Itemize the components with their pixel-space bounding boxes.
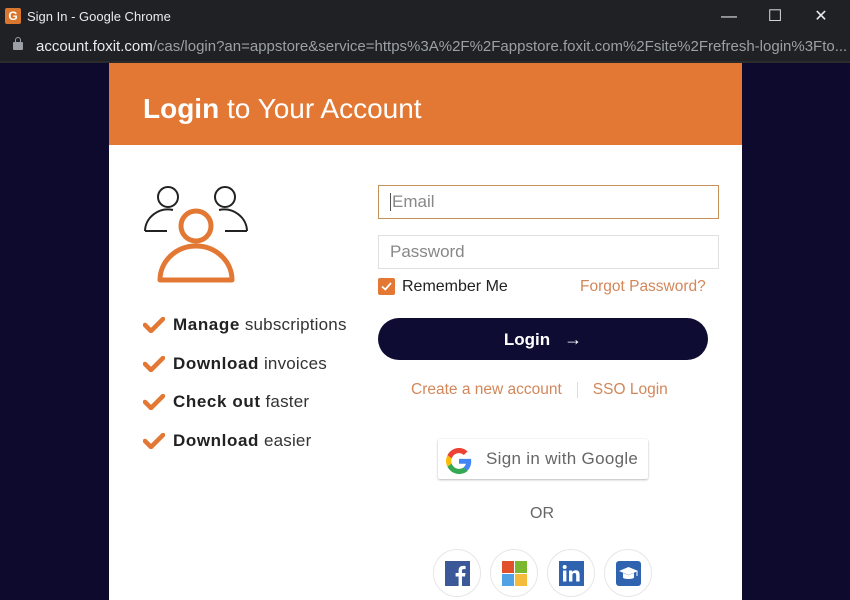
feature-bold: Download — [173, 353, 260, 373]
graduation-cap-icon — [616, 561, 641, 586]
minimize-icon: — — [721, 8, 737, 25]
password-input[interactable]: Password — [378, 235, 719, 269]
microsoft-login-button[interactable] — [490, 549, 538, 597]
window-titlebar: G Sign In - Google Chrome — ☐ ✕ — [0, 0, 850, 33]
facebook-login-button[interactable] — [433, 549, 481, 597]
arrow-right-icon: → — [564, 329, 583, 349]
login-button[interactable]: Login → — [378, 318, 708, 360]
feature-text: easier — [259, 430, 312, 450]
checkmark-icon — [143, 432, 165, 449]
link-divider — [576, 381, 578, 398]
lock-icon[interactable] — [13, 37, 23, 50]
close-icon: ✕ — [814, 8, 828, 25]
maximize-icon: ☐ — [767, 8, 783, 25]
linkedin-icon — [559, 561, 584, 586]
google-signin-button[interactable]: Sign in with Google — [438, 439, 648, 479]
close-button[interactable]: ✕ — [798, 0, 844, 33]
feature-text: faster — [260, 392, 310, 411]
checkmark-icon — [143, 317, 165, 333]
sso-login-link[interactable]: SSO Login — [593, 381, 668, 398]
account-links: Create a new account SSO Login — [411, 381, 668, 399]
url-path: /cas/login?an=appstore&service=https%3A%… — [152, 38, 848, 55]
facebook-icon — [445, 561, 470, 586]
foxit-app-icon: G — [5, 8, 21, 24]
address-bar[interactable]: account.foxit.com/cas/login?an=appstore&… — [0, 33, 850, 61]
title-bold: Login — [143, 93, 220, 124]
text-caret — [390, 192, 391, 211]
login-button-label: Login — [503, 330, 551, 349]
page-title: Login to Your Account — [143, 93, 422, 125]
email-placeholder: Email — [392, 192, 435, 211]
card-header: Login to Your Account — [109, 63, 742, 145]
users-icon — [144, 186, 248, 283]
minimize-button[interactable]: — — [706, 0, 752, 33]
password-placeholder: Password — [390, 242, 465, 261]
or-separator: OR — [530, 505, 554, 522]
title-rest: to Your Account — [219, 93, 422, 124]
forgot-password-link[interactable]: Forgot Password? — [580, 278, 706, 296]
checkbox-check-icon — [381, 282, 392, 291]
remember-me-checkbox[interactable] — [378, 278, 395, 295]
feature-text: invoices — [259, 353, 327, 373]
linkedin-login-button[interactable] — [547, 549, 595, 597]
url-host: account.foxit.com — [36, 38, 153, 55]
microsoft-icon — [502, 561, 527, 586]
checkmark-icon — [143, 394, 165, 410]
feature-bold: Download — [173, 430, 260, 450]
feature-bold: Manage — [173, 315, 240, 334]
checkmark-icon — [143, 355, 165, 372]
url-text[interactable]: account.foxit.com/cas/login?an=appstore&… — [36, 38, 847, 55]
google-g-icon — [446, 448, 472, 474]
google-signin-label: Sign in with Google — [486, 449, 639, 468]
login-card: Login to Your Account Manage subscriptio… — [109, 63, 742, 600]
window-title: Sign In - Google Chrome — [27, 9, 171, 24]
remember-me-label[interactable]: Remember Me — [402, 278, 508, 296]
email-input[interactable]: Email — [378, 185, 719, 219]
education-login-button[interactable] — [604, 549, 652, 597]
feature-bold: Check out — [173, 392, 261, 411]
maximize-button[interactable]: ☐ — [752, 0, 798, 33]
create-account-link[interactable]: Create a new account — [411, 381, 562, 398]
feature-text: subscriptions — [239, 315, 347, 334]
